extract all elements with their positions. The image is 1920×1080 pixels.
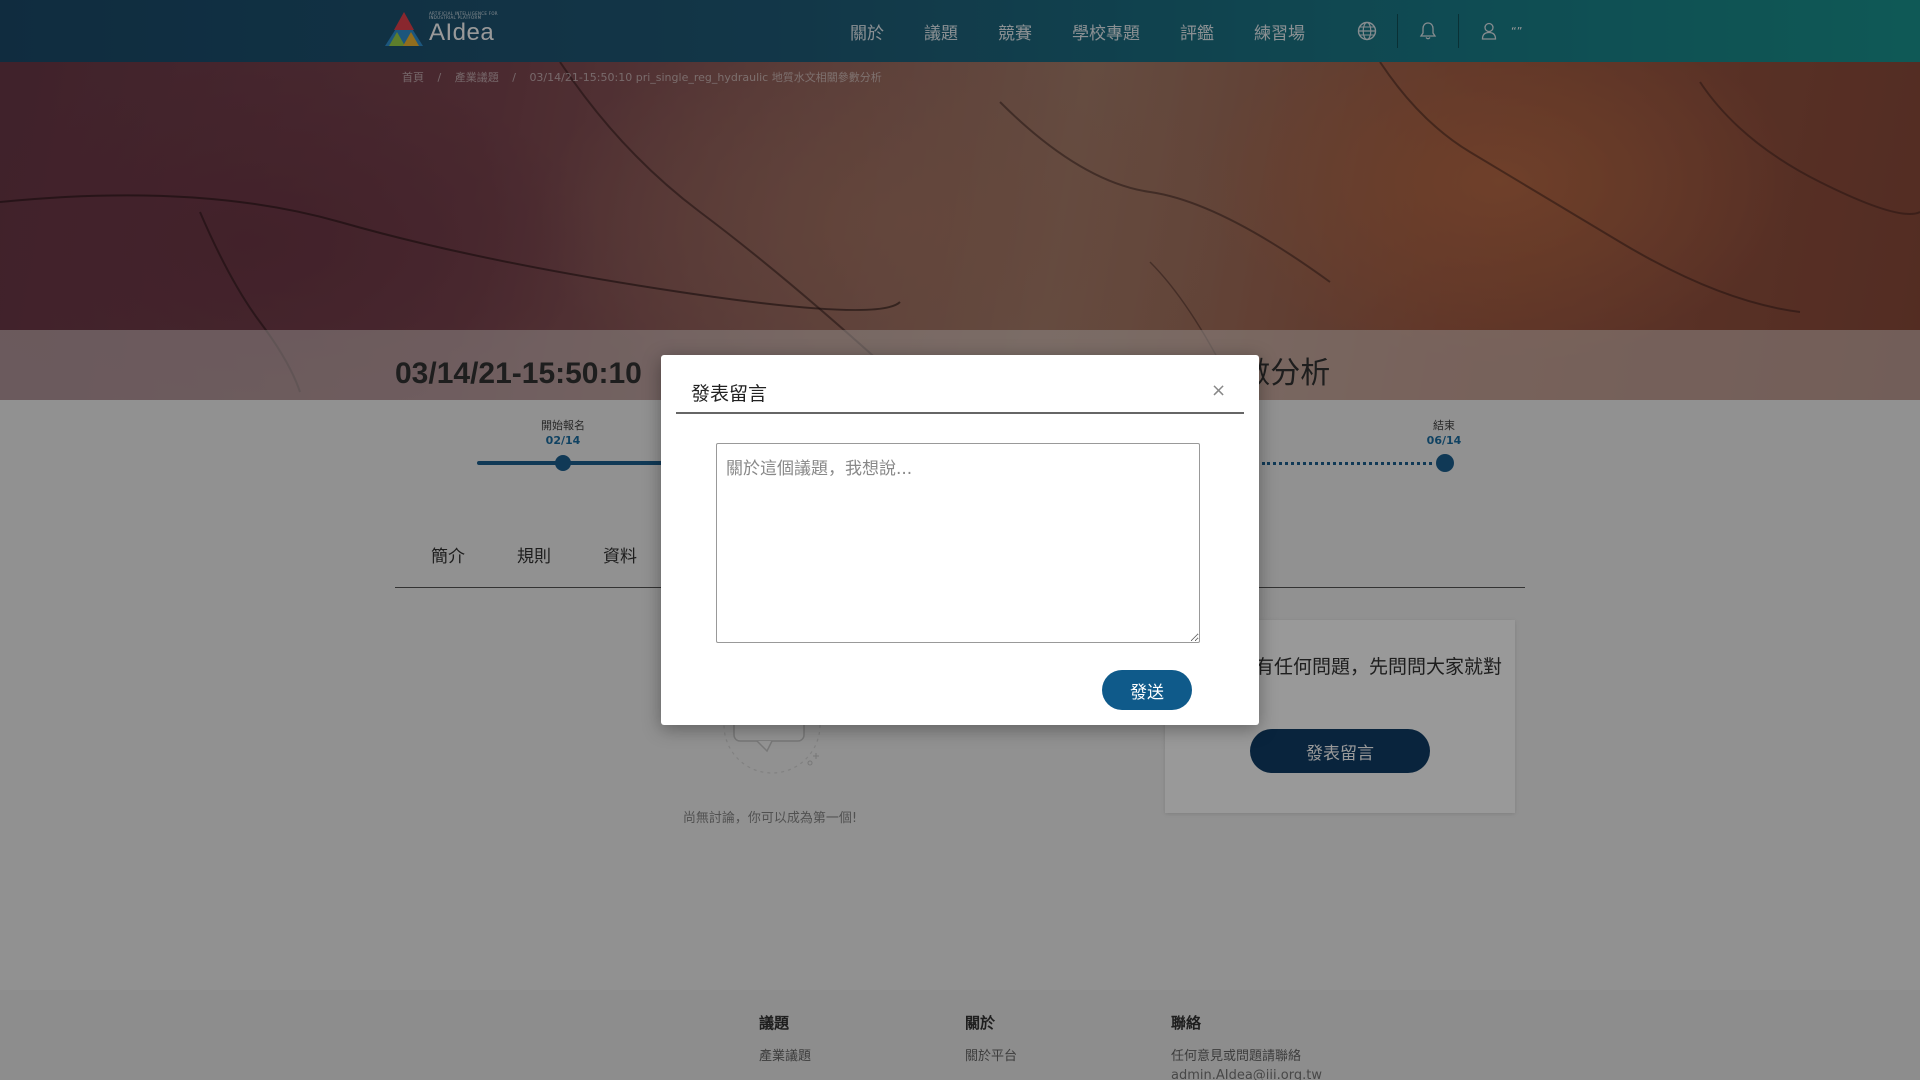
- modal-title: 發表留言: [691, 383, 768, 405]
- modal-divider: [676, 412, 1244, 414]
- send-button[interactable]: 發送: [1102, 670, 1192, 710]
- comment-textarea[interactable]: [716, 443, 1200, 643]
- close-icon[interactable]: ×: [1211, 380, 1226, 401]
- post-comment-modal: 發表留言 × 發送: [661, 355, 1259, 725]
